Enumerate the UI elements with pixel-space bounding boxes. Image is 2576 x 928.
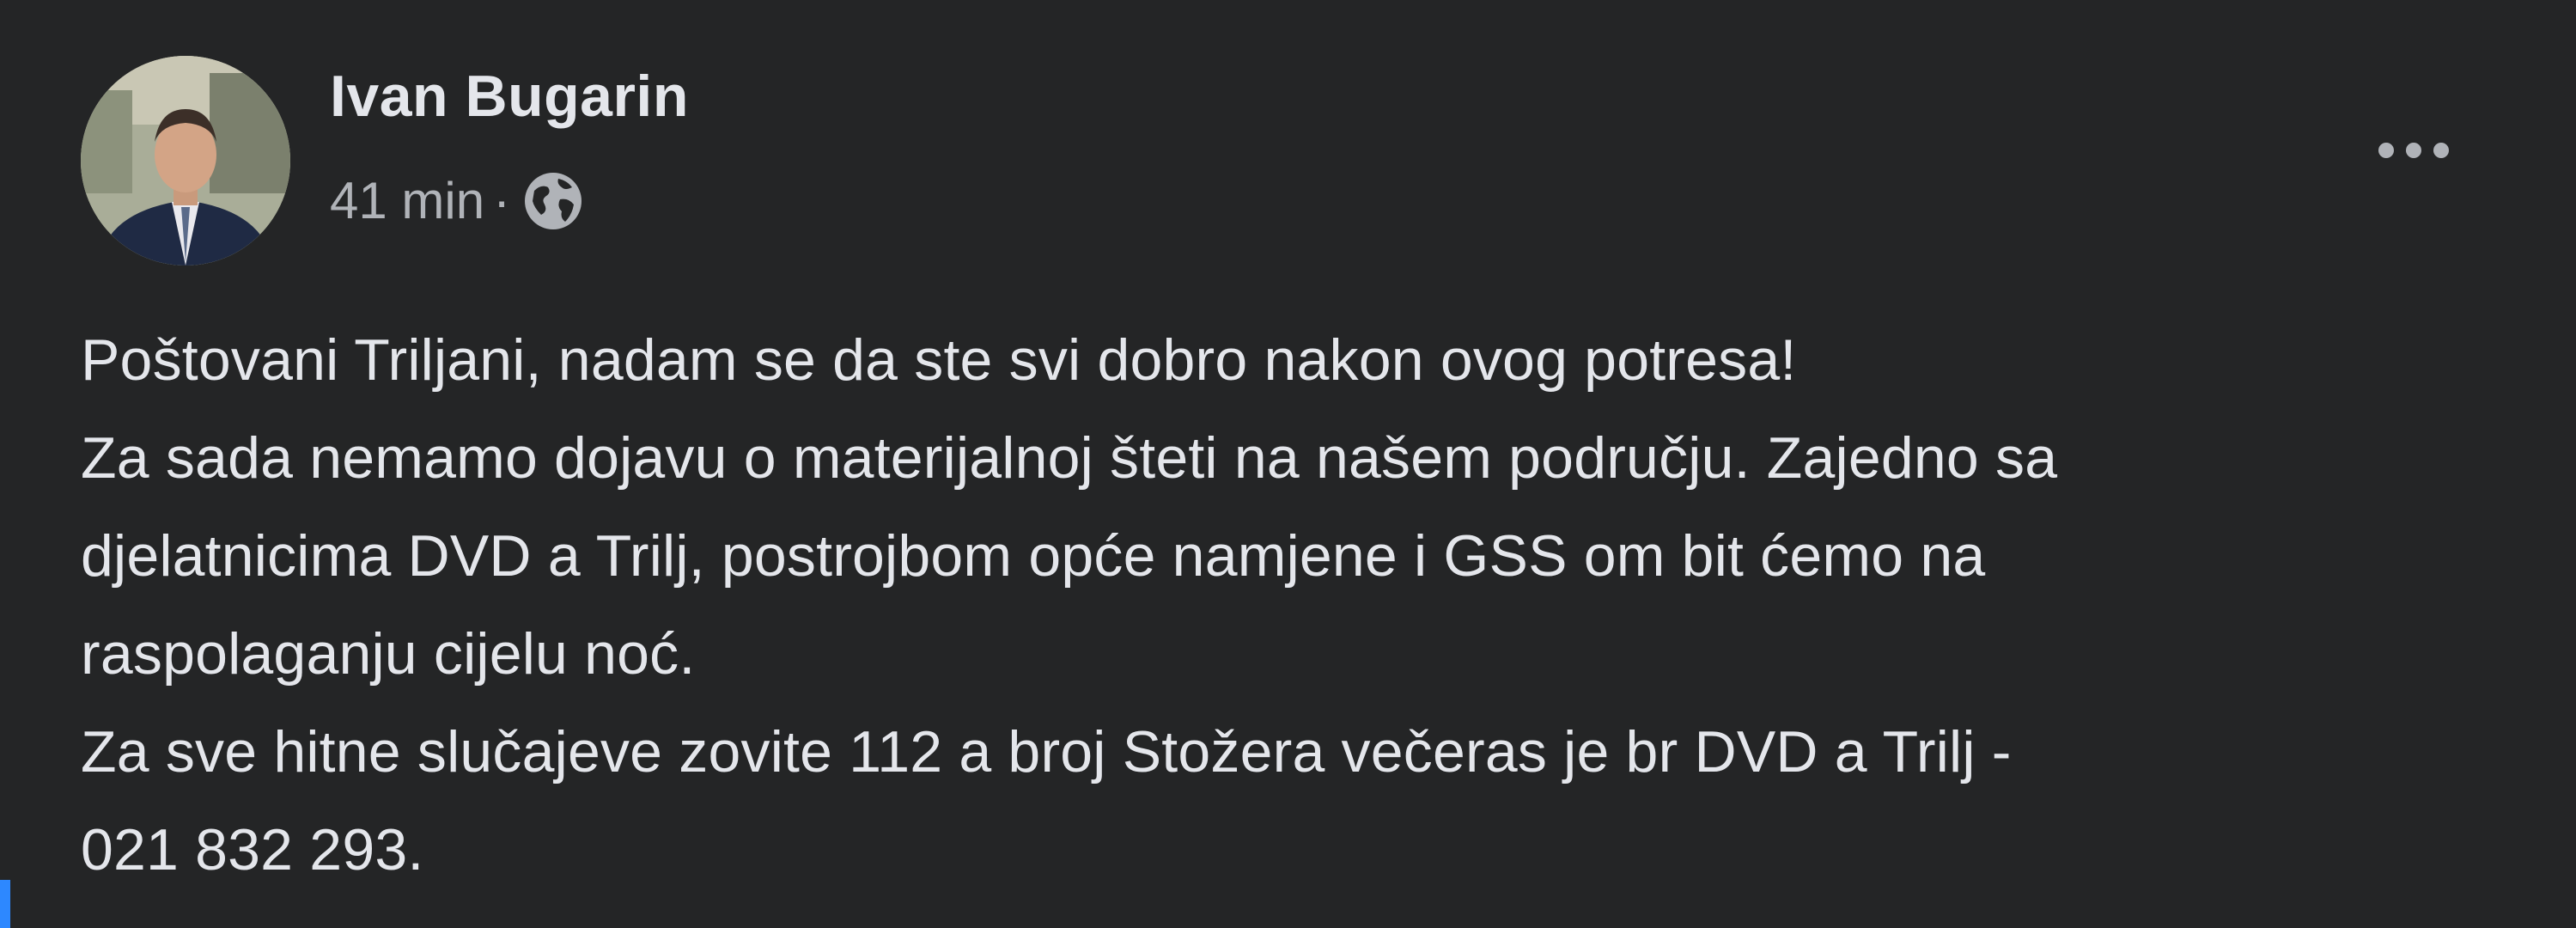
post-body-line: Za sada nemamo dojavu o materijalnoj šte…	[81, 425, 2058, 491]
more-options-button[interactable]	[2354, 120, 2474, 180]
focus-edge-marker	[0, 880, 10, 928]
more-dot	[2406, 143, 2421, 158]
post-body-line: Poštovani Triljani, nadam se da ste svi …	[81, 327, 1797, 393]
post-body-line: Za sve hitne slučajeve zovite 112 a broj…	[81, 719, 2012, 785]
facebook-post: Ivan Bugarin 41 min · Poštovani Triljani…	[0, 0, 2576, 928]
meta-separator: ·	[493, 172, 511, 229]
post-body-line: djelatnicima DVD a Trilj, postrojbom opć…	[81, 523, 1986, 589]
avatar-photo	[81, 56, 290, 266]
author-name[interactable]: Ivan Bugarin	[330, 67, 689, 125]
more-options-icon	[2378, 143, 2394, 158]
post-body: Poštovani Triljani, nadam se da ste svi …	[81, 311, 2520, 899]
globe-icon[interactable]	[522, 170, 584, 232]
more-dot	[2433, 143, 2449, 158]
post-body-line: 021 832 293.	[81, 817, 424, 882]
post-timestamp[interactable]: 41 min	[330, 175, 484, 227]
author-avatar[interactable]	[81, 56, 290, 266]
post-body-line: raspolaganju cijelu noć.	[81, 621, 696, 687]
post-meta: 41 min ·	[330, 170, 584, 232]
